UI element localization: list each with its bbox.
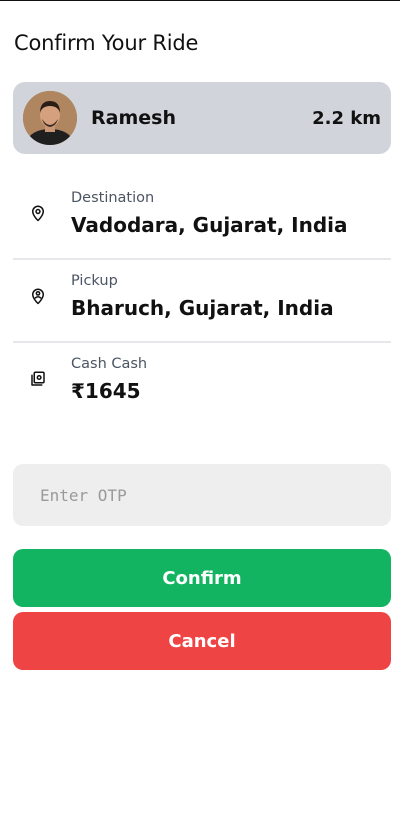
driver-name: Ramesh — [91, 107, 176, 129]
driver-card: Ramesh 2.2 km — [13, 82, 391, 154]
driver-distance: 2.2 km — [312, 107, 381, 129]
confirm-button[interactable]: Confirm — [13, 549, 391, 607]
driver-avatar — [23, 91, 77, 145]
fare-value: ₹1645 — [71, 379, 141, 403]
fare-label: Cash Cash — [71, 356, 148, 372]
cash-icon — [29, 370, 47, 388]
pickup-pin-icon — [29, 287, 47, 305]
pickup-label: Pickup — [71, 273, 118, 289]
pickup-row: Pickup Bharuch, Gujarat, India — [13, 260, 391, 343]
fare-row: Cash Cash ₹1645 — [13, 343, 391, 426]
cancel-button[interactable]: Cancel — [13, 612, 391, 670]
pickup-value: Bharuch, Gujarat, India — [71, 296, 334, 320]
destination-value: Vadodara, Gujarat, India — [71, 213, 348, 237]
top-border — [0, 0, 400, 1]
page-title: Confirm Your Ride — [14, 31, 199, 55]
destination-row: Destination Vadodara, Gujarat, India — [13, 177, 391, 260]
location-pin-icon — [29, 204, 47, 222]
otp-input[interactable] — [13, 464, 391, 526]
destination-label: Destination — [71, 190, 155, 206]
